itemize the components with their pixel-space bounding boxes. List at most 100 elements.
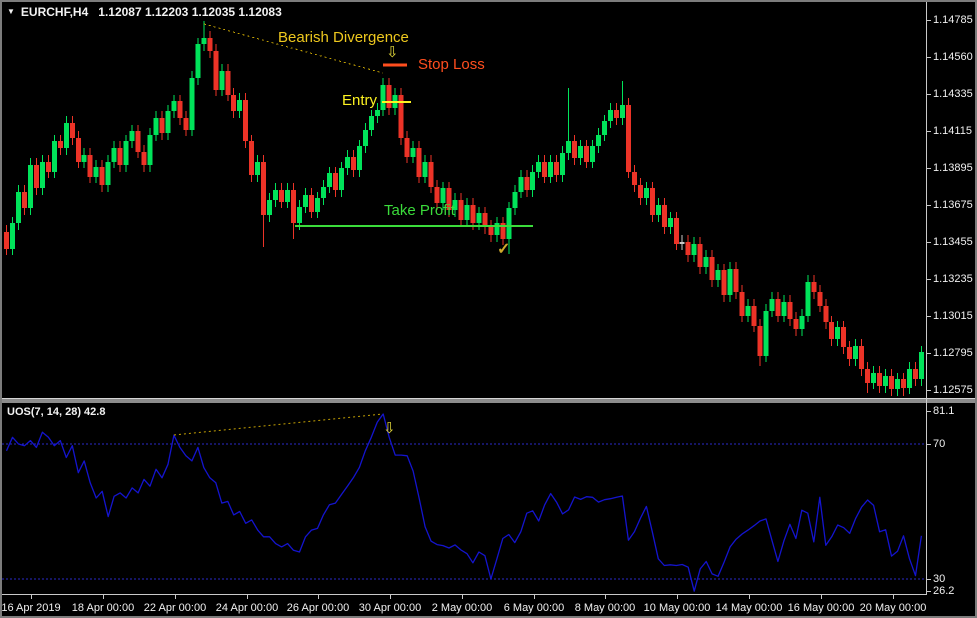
candle-body [740, 292, 745, 316]
candle-body [28, 165, 33, 208]
time-axis-tick [462, 595, 463, 599]
candle-body [82, 155, 87, 162]
candle-body [219, 71, 224, 90]
candle-body [853, 346, 858, 359]
candle-body [100, 167, 105, 185]
down-arrow-icon[interactable]: ⇩ [386, 45, 399, 60]
candle-body [333, 173, 338, 190]
candle-body [883, 376, 888, 386]
candle-body [602, 121, 607, 135]
candle-body [823, 306, 828, 322]
candle-body [52, 141, 57, 172]
price-axis-tick [927, 131, 931, 132]
candle-body [722, 270, 727, 295]
symbol-dropdown-icon[interactable]: ▼ [7, 7, 15, 16]
candle-body [22, 192, 27, 208]
candle-body [494, 223, 499, 235]
candle-body [118, 148, 123, 165]
candle-body [518, 177, 523, 192]
candle-body [919, 352, 924, 379]
candle-body [88, 155, 93, 177]
oscillator-axis-tick [927, 579, 931, 580]
time-axis-label: 2 May 00:00 [432, 602, 493, 614]
time-axis-label: 22 Apr 00:00 [144, 602, 206, 614]
candle-body [387, 85, 392, 108]
candle-body [548, 162, 553, 177]
candle-body [620, 105, 625, 118]
candle-body [267, 200, 272, 215]
time-axis-tick [31, 595, 32, 599]
candle-body [686, 242, 691, 255]
candle-body [536, 162, 541, 172]
candle-body [692, 244, 697, 255]
candle-body [626, 105, 631, 172]
candle-body [829, 322, 834, 339]
oscillator-chart-svg[interactable] [2, 403, 926, 594]
oscillator-line [7, 414, 922, 591]
candle-body [752, 306, 757, 326]
time-axis-tick [821, 595, 822, 599]
price-axis-tick [927, 20, 931, 21]
candle-body [560, 153, 565, 175]
price-axis-label: 1.14115 [933, 125, 972, 137]
divergence-oscillator-line[interactable] [174, 414, 383, 435]
candle-body [106, 162, 111, 185]
candle-body [291, 190, 296, 223]
candle-body [64, 123, 69, 148]
price-axis-tick [927, 279, 931, 280]
candle-body [728, 269, 733, 295]
candle-body [273, 190, 278, 200]
candle-body [207, 38, 212, 51]
take-profit-label[interactable]: Take Profit [384, 202, 455, 219]
candle-body [16, 192, 21, 223]
oscillator-axis-tick [927, 411, 931, 412]
checkmark-icon[interactable]: ✓ [497, 242, 510, 258]
price-axis-label: 1.13235 [933, 273, 973, 285]
time-axis-tick [103, 595, 104, 599]
candle-body [871, 373, 876, 383]
price-axis[interactable]: 1.147851.145601.143351.141151.138951.136… [927, 2, 975, 402]
candle-body [584, 146, 589, 162]
candle-body [423, 162, 428, 177]
candle-body [435, 187, 440, 203]
time-axis-label: 26 Apr 00:00 [287, 602, 349, 614]
stop-loss-label[interactable]: Stop Loss [418, 56, 485, 73]
entry-label[interactable]: Entry [331, 92, 377, 109]
candle-body [793, 319, 798, 329]
price-axis-label: 1.13895 [933, 162, 973, 174]
candle-body [704, 257, 709, 267]
oscillator-axis[interactable]: 81.1703026.2 [927, 403, 975, 595]
price-axis-label: 1.12795 [933, 347, 973, 359]
down-arrow-icon[interactable]: ⇩ [383, 421, 396, 436]
candle-body [303, 195, 308, 207]
candle-body [411, 148, 416, 157]
candle-body [775, 299, 780, 316]
candle-body [554, 162, 559, 175]
time-axis-label: 16 May 00:00 [788, 602, 855, 614]
candle-body [488, 227, 493, 235]
time-axis[interactable]: 16 Apr 201918 Apr 00:0022 Apr 00:0024 Ap… [2, 595, 975, 616]
candle-body [530, 172, 535, 190]
candle-body [650, 188, 655, 215]
candle-body [901, 379, 906, 388]
candle-body [297, 207, 302, 223]
time-axis-tick [605, 595, 606, 599]
candle-body [136, 131, 141, 152]
candle-body [375, 110, 380, 116]
candle-body [566, 141, 571, 153]
ohlc-quote-label: 1.12087 1.12203 1.12035 1.12083 [98, 5, 282, 19]
price-axis-label: 1.14785 [933, 14, 973, 26]
candle-body [572, 141, 577, 158]
candle-body [285, 190, 290, 202]
candle-body [201, 38, 206, 44]
candle-body [710, 257, 715, 280]
price-axis-tick [927, 316, 931, 317]
candle-body [698, 244, 703, 267]
candle-body [309, 195, 314, 212]
candle-body [907, 369, 912, 388]
candle-body [142, 152, 147, 165]
candle-body [680, 242, 685, 244]
time-axis-tick [677, 595, 678, 599]
candle-body [847, 347, 852, 359]
candle-body [10, 223, 15, 249]
